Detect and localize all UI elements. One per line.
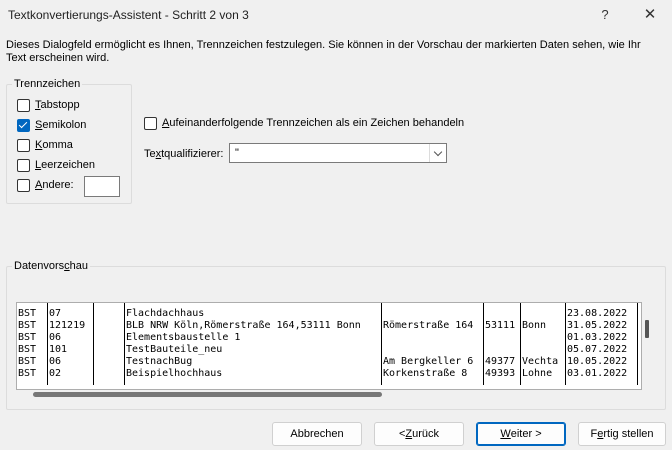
tab-label: Tabstopp bbox=[35, 99, 80, 111]
preview-cell: 06 bbox=[49, 332, 62, 343]
tab-checkbox[interactable] bbox=[17, 98, 30, 112]
consecutive-checkbox[interactable] bbox=[144, 116, 157, 130]
preview-cell: 01.03.2022 bbox=[567, 332, 628, 343]
back-button[interactable]: < Zurück bbox=[374, 422, 464, 446]
preview-horizontal-scrollbar[interactable] bbox=[33, 392, 382, 397]
preview-cell: 101 bbox=[49, 344, 68, 355]
preview-row: BST 101 TestBauteile_neu 05.07.2022 bbox=[17, 344, 641, 356]
preview-cell: 49377 bbox=[485, 356, 516, 367]
preview-cell: Römerstraße 164 bbox=[383, 320, 474, 331]
preview-cell bbox=[484, 344, 521, 356]
preview-cell: Flachdachhaus bbox=[126, 308, 205, 319]
preview-cell: Lohne bbox=[522, 368, 553, 379]
close-button[interactable]: ✕ bbox=[628, 2, 672, 28]
preview-cell bbox=[521, 344, 566, 356]
finish-button[interactable]: Fe rtig stellen bbox=[578, 422, 666, 446]
preview-cell: Bonn bbox=[522, 320, 547, 331]
preview-cell: BST bbox=[18, 320, 37, 331]
preview-cell bbox=[94, 308, 125, 320]
space-label: Leerzeichen bbox=[35, 159, 95, 171]
preview-cell: 49393 bbox=[485, 368, 516, 379]
preview-row: BST 121219 BLB NRW Köln,Römerstraße 164,53… bbox=[17, 320, 641, 332]
preview-cell: 05.07.2022 bbox=[567, 344, 628, 355]
semicolon-checkbox[interactable] bbox=[17, 118, 30, 132]
preview-cell bbox=[521, 308, 566, 320]
help-button[interactable]: ? bbox=[583, 2, 627, 28]
preview-cell: BST bbox=[18, 368, 37, 379]
tab-option[interactable]: Tabstopp bbox=[17, 97, 80, 113]
consecutive-label: Aufeinanderfolgende Trennzeichen als ein… bbox=[162, 117, 465, 129]
preview-cell: Vechta bbox=[522, 356, 559, 367]
preview-cell: 03.01.2022 bbox=[567, 368, 628, 379]
data-preview[interactable]: BST 07 Flachdachhaus 23.08.2022 BST 121219 BLB… bbox=[16, 302, 642, 390]
comma-checkbox[interactable] bbox=[17, 138, 30, 152]
preview-cell: Beispielhochhaus bbox=[126, 368, 223, 379]
preview-cell: Am Bergkeller 6 bbox=[383, 356, 474, 367]
qualifier-value: " bbox=[235, 147, 239, 159]
preview-cell: 02 bbox=[49, 368, 62, 379]
preview-cell: TestBauteile_neu bbox=[126, 344, 223, 355]
preview-cell bbox=[521, 332, 566, 344]
preview-cell: BST bbox=[18, 344, 37, 355]
chevron-down-icon[interactable] bbox=[429, 144, 446, 162]
preview-cell: 23.08.2022 bbox=[567, 308, 628, 319]
comma-label: Komma bbox=[35, 139, 73, 151]
preview-cell: Korkenstraße 8 bbox=[383, 368, 468, 379]
preview-cell bbox=[94, 344, 125, 356]
space-option[interactable]: Leerzeichen bbox=[17, 157, 95, 173]
cancel-button[interactable]: Abbrechen bbox=[272, 422, 362, 446]
preview-cell bbox=[94, 320, 125, 332]
comma-option[interactable]: Komma bbox=[17, 137, 73, 153]
preview-row: BST 06 TestnachBug Am Bergkeller 6 49377 Vech… bbox=[17, 356, 641, 368]
preview-row: BST 06 Elementsbaustelle 1 01.03.2022 bbox=[17, 332, 641, 344]
qualifier-select[interactable]: " bbox=[229, 143, 447, 163]
preview-cell: 07 bbox=[49, 308, 62, 319]
preview-legend: Datenvorschau bbox=[12, 260, 90, 272]
qualifier-label: Textqualifizierer: bbox=[144, 148, 224, 160]
preview-cell bbox=[382, 344, 484, 356]
window-title: Textkonvertierungs-Assistent - Schritt 2… bbox=[8, 8, 249, 22]
preview-cell bbox=[94, 332, 125, 344]
title-bar: Textkonvertierungs-Assistent - Schritt 2… bbox=[0, 0, 672, 30]
preview-cell: BST bbox=[18, 356, 37, 367]
preview-cell: 121219 bbox=[49, 320, 86, 331]
preview-row: BST 02 Beispielhochhaus Korkenstraße 8 49393… bbox=[17, 368, 641, 380]
other-label: Andere: bbox=[35, 179, 74, 191]
preview-cell bbox=[382, 332, 484, 344]
delimiters-legend: Trennzeichen bbox=[12, 78, 83, 90]
preview-cell: 10.05.2022 bbox=[567, 356, 628, 367]
other-option[interactable]: Andere: bbox=[17, 177, 74, 193]
preview-row: BST 07 Flachdachhaus 23.08.2022 bbox=[17, 308, 641, 320]
next-button[interactable]: Weiter > bbox=[476, 422, 566, 446]
preview-cell bbox=[94, 368, 125, 380]
semicolon-label: Semikolon bbox=[35, 119, 87, 131]
preview-cell: BST bbox=[18, 308, 37, 319]
intro-text: Dieses Dialogfeld ermöglicht es Ihnen, T… bbox=[6, 39, 641, 64]
preview-cell: TestnachBug bbox=[126, 356, 193, 367]
preview-cell: BLB NRW Köln,Römerstraße 164,53111 Bonn bbox=[126, 320, 361, 331]
preview-cell: Elementsbaustelle 1 bbox=[126, 332, 241, 343]
consecutive-option[interactable]: Aufeinanderfolgende Trennzeichen als ein… bbox=[144, 115, 464, 131]
other-input[interactable] bbox=[84, 176, 120, 197]
preview-cell bbox=[382, 308, 484, 320]
preview-cell bbox=[484, 308, 521, 320]
delimiters-group: Trennzeichen Tabstopp Semikolon Komma Le… bbox=[6, 78, 132, 204]
semicolon-option[interactable]: Semikolon bbox=[17, 117, 86, 133]
preview-cell: 53111 bbox=[485, 320, 516, 331]
other-checkbox[interactable] bbox=[17, 178, 30, 192]
preview-cell bbox=[484, 332, 521, 344]
preview-cell bbox=[94, 356, 125, 368]
preview-cell: BST bbox=[18, 332, 37, 343]
space-checkbox[interactable] bbox=[17, 158, 30, 172]
preview-cell: 06 bbox=[49, 356, 62, 367]
preview-cell: 31.05.2022 bbox=[567, 320, 628, 331]
preview-vertical-scrollbar[interactable] bbox=[645, 320, 649, 338]
